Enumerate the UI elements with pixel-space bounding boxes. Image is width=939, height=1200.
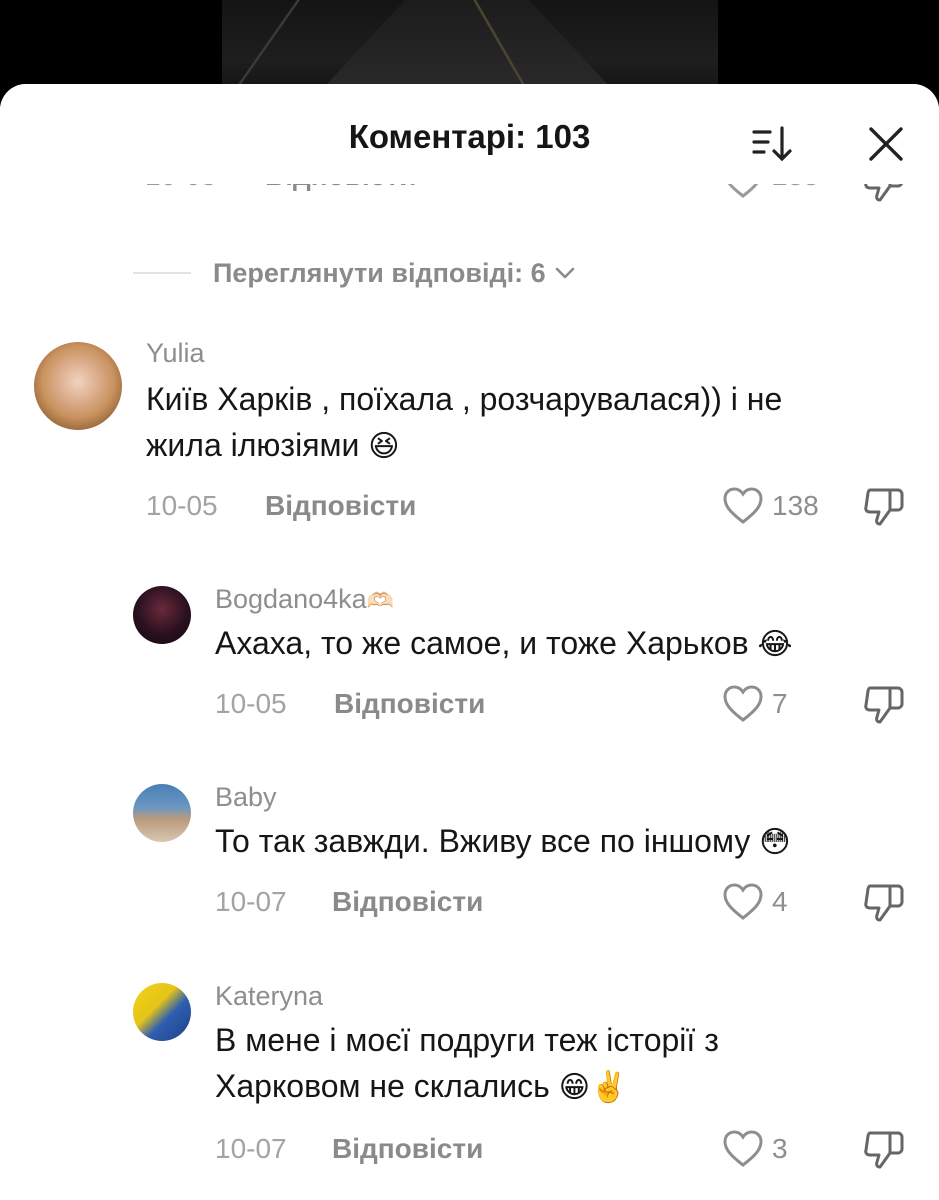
comments-title: Коментарі: 103 <box>348 118 591 155</box>
comment-date: 10-05 <box>146 490 218 521</box>
view-replies-label: Переглянути відповіді: 6 <box>213 257 546 288</box>
close-icon <box>869 127 903 161</box>
like-count: 3 <box>772 1133 788 1164</box>
comment-date: 10-07 <box>215 886 287 917</box>
like-count: 7 <box>772 688 788 719</box>
reply-button[interactable]: Відповісти <box>332 1133 483 1165</box>
reply-button[interactable]: Відповісти <box>265 490 416 522</box>
comment-text: Київ Харків , поїхала , розчарувалася)) … <box>146 376 846 470</box>
reply-button[interactable]: Відповісти <box>332 886 483 918</box>
comment-username[interactable]: Bogdano4ka🫶🏻 <box>215 584 394 615</box>
chevron-down-icon <box>555 267 574 279</box>
comments-header: Коментарі: 103 <box>0 84 939 184</box>
thumbs-down-icon[interactable] <box>862 484 906 528</box>
avatar[interactable] <box>34 342 122 430</box>
comment-username[interactable]: Baby <box>215 782 277 813</box>
comment-date: 10-05 <box>215 688 287 719</box>
comment-body: Київ Харків , поїхала , розчарувалася)) … <box>146 381 783 463</box>
thumbs-down-icon[interactable] <box>862 880 906 924</box>
heart-icon[interactable] <box>722 486 764 526</box>
thumbs-down-icon[interactable] <box>862 682 906 726</box>
comment-date: 10-07 <box>215 1133 287 1164</box>
comment-body: Ахаха, то же самое, и тоже Харьков <box>215 625 749 661</box>
username-text: Bogdano4ka <box>215 584 367 614</box>
comment-emoji: 😂 <box>757 628 793 661</box>
divider-line <box>133 272 191 274</box>
avatar[interactable] <box>133 983 191 1041</box>
comments-sheet: Коментарі: 103 10-05 <box>0 84 939 1200</box>
comment-username[interactable]: Kateryna <box>215 981 323 1012</box>
heart-icon[interactable] <box>722 882 764 922</box>
close-button[interactable] <box>862 122 910 166</box>
like-count: 138 <box>772 490 819 521</box>
avatar[interactable] <box>133 784 191 842</box>
sort-button[interactable] <box>748 122 796 166</box>
comment-body: То так завжди. Вживу все по іншому <box>215 823 751 859</box>
view-replies-button[interactable]: Переглянути відповіді: 6 <box>133 256 576 290</box>
comment-emoji: 😳 <box>759 826 791 859</box>
comment-username[interactable]: Yulia <box>146 338 205 369</box>
comment-body: В мене і моєї подруги теж історії з Харк… <box>215 1022 719 1104</box>
comment-text: В мене і моєї подруги теж історії з Харк… <box>215 1017 815 1111</box>
like-count: 4 <box>772 886 788 917</box>
username-emoji: 🫶🏻 <box>366 588 395 613</box>
sort-icon <box>752 126 792 162</box>
heart-icon[interactable] <box>722 1129 764 1169</box>
reply-button[interactable]: Відповісти <box>334 688 485 720</box>
comment-text: То так завжди. Вживу все по іншому 😳 <box>215 818 915 866</box>
avatar[interactable] <box>133 586 191 644</box>
thumbs-down-icon[interactable] <box>862 1127 906 1171</box>
comment-emoji: 😆 <box>368 430 400 463</box>
comment-text: Ахаха, то же самое, и тоже Харьков 😂 <box>215 620 915 668</box>
heart-icon[interactable] <box>722 684 764 724</box>
comment-emoji: 😁✌️ <box>558 1071 628 1104</box>
